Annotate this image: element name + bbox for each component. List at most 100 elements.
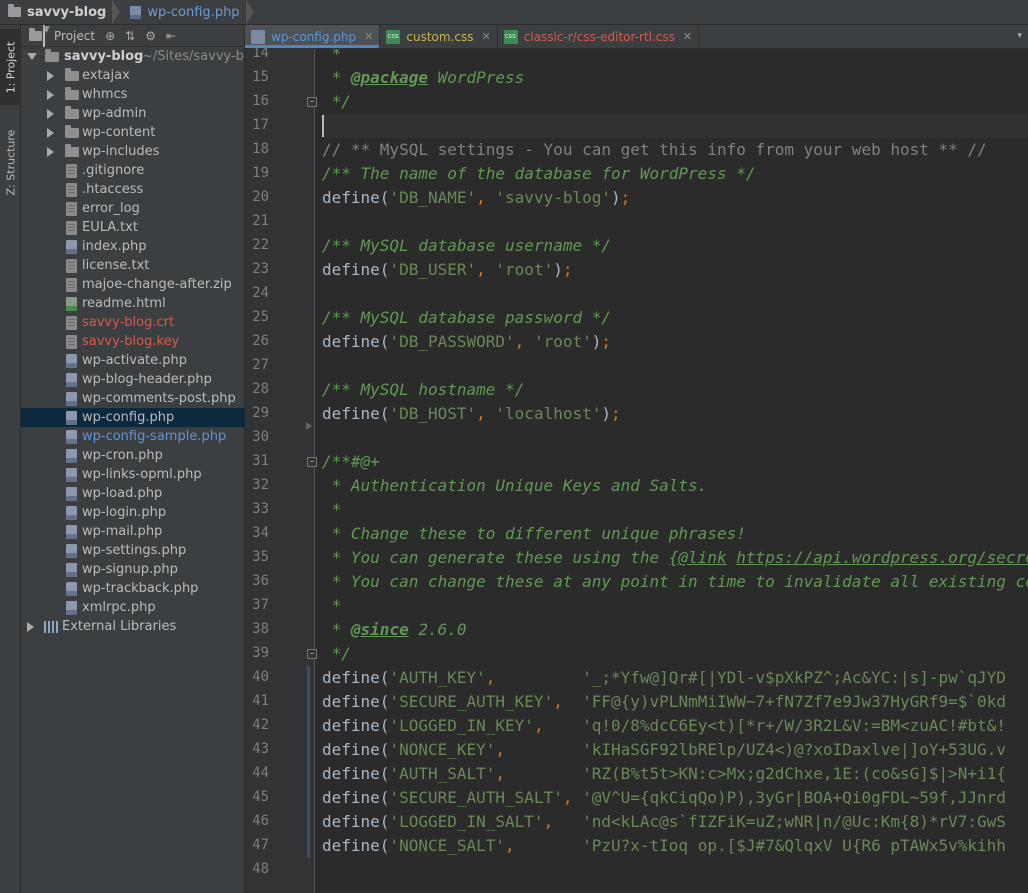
chevron-right-icon[interactable] <box>27 622 34 632</box>
code-line[interactable]: */ <box>322 90 351 114</box>
code-line[interactable]: define('AUTH_KEY', '_;*Yfw@]Qr#[|YDl-v$p… <box>322 666 1006 690</box>
gear-icon[interactable]: ⚙ <box>145 29 156 43</box>
chevron-down-icon[interactable] <box>27 53 37 60</box>
tree-item-label: wp-signup.php <box>82 562 178 577</box>
chevron-right-icon[interactable] <box>47 71 54 81</box>
tree-root-savvy-blog[interactable]: savvy-blog ~/Sites/savvy-blog <box>21 47 264 66</box>
vcs-change-marker[interactable] <box>307 666 310 858</box>
code-line[interactable]: define('NONCE_KEY', 'kIHaSGF92lbRElp/UZ4… <box>322 738 1006 762</box>
code-token: 'FF@{y)vPLNmMiIWW~7+fN7Zf7e9Jw37HyGRf9=$… <box>582 692 1006 711</box>
code-token: , <box>495 740 583 759</box>
code-line[interactable]: define('DB_USER', 'root'); <box>322 258 572 282</box>
tree-file[interactable]: savvy-blog.crt <box>21 313 245 332</box>
code-line[interactable]: * <box>322 498 342 522</box>
tree-folder[interactable]: whmcs <box>21 85 245 104</box>
code-line[interactable]: define('DB_HOST', 'localhost'); <box>322 402 621 426</box>
code-line[interactable]: * <box>322 594 342 618</box>
tree-file[interactable]: xmlrpc.php <box>21 598 245 617</box>
tree-file[interactable]: wp-comments-post.php <box>21 389 245 408</box>
code-line[interactable]: define('NONCE_SALT', 'PzU?x-tIoq op.[$J#… <box>322 834 1006 858</box>
tree-file[interactable]: readme.html <box>21 294 245 313</box>
tree-file[interactable]: index.php <box>21 237 245 256</box>
tree-file[interactable]: wp-activate.php <box>21 351 245 370</box>
tree-file[interactable]: EULA.txt <box>21 218 245 237</box>
code-line[interactable]: * <box>322 49 342 66</box>
code-line[interactable]: * You can generate these using the {@lin… <box>322 546 1028 570</box>
code-view[interactable]: * * @package WordPress */ // ** MySQL set… <box>322 49 1028 893</box>
code-line[interactable]: * You can change these at any point in t… <box>322 570 1028 594</box>
breadcrumb-project[interactable]: savvy-blog <box>0 0 112 25</box>
tab-project-tool[interactable]: 1: Project <box>0 29 21 105</box>
tree-file[interactable]: wp-load.php <box>21 484 245 503</box>
tree-file[interactable]: .gitignore <box>21 161 245 180</box>
code-token: define( <box>322 188 390 207</box>
tree-file[interactable]: .htaccess <box>21 180 245 199</box>
tree-file[interactable]: license.txt <box>21 256 245 275</box>
target-icon[interactable]: ⊕ <box>105 29 115 43</box>
close-icon[interactable]: ✕ <box>683 30 692 43</box>
php-file-icon <box>66 240 77 254</box>
code-line[interactable]: define('DB_PASSWORD', 'root'); <box>322 330 611 354</box>
code-line[interactable]: /** MySQL database password */ <box>322 306 611 330</box>
code-line[interactable]: define('LOGGED_IN_KEY', 'q!0/8%dcC6Ey<t)… <box>322 714 1006 738</box>
code-line[interactable]: define('AUTH_SALT', 'RZ(B%t5t>KN:c>Mx;g2… <box>322 762 1006 786</box>
fold-marker-icon[interactable] <box>307 97 317 107</box>
tree-folder[interactable]: extajax <box>21 66 245 85</box>
tree-folder[interactable]: wp-admin <box>21 104 245 123</box>
fold-marker-icon[interactable] <box>307 457 317 467</box>
line-number: 27 <box>252 357 269 373</box>
editor-area: wp-config.php✕custom.css✕classic-r/css-e… <box>245 25 1028 893</box>
tree-item-label: majoe-change-after.zip <box>82 277 232 292</box>
tree-file[interactable]: wp-settings.php <box>21 541 245 560</box>
tree-folder[interactable]: wp-includes <box>21 142 245 161</box>
tree-file[interactable]: wp-blog-header.php <box>21 370 245 389</box>
chevron-right-icon[interactable] <box>47 147 54 157</box>
code-line[interactable]: * Change these to different unique phras… <box>322 522 746 546</box>
code-line[interactable]: * Authentication Unique Keys and Salts. <box>322 474 708 498</box>
fold-marker-icon[interactable] <box>307 649 317 659</box>
text-file-icon <box>66 278 77 292</box>
code-line[interactable]: define('LOGGED_IN_SALT', 'nd<kLAc@s`fIZF… <box>322 810 1006 834</box>
tab-structure-tool[interactable]: Z: Structure <box>0 117 21 207</box>
project-view-selector[interactable]: Project <box>54 29 95 43</box>
code-token: , <box>495 764 583 783</box>
code-line[interactable]: // ** MySQL settings - You can get this … <box>322 138 987 162</box>
code-line[interactable]: * @since 2.6.0 <box>322 618 467 642</box>
close-icon[interactable]: ✕ <box>481 30 490 43</box>
tree-file[interactable]: wp-links-opml.php <box>21 465 245 484</box>
tree-file[interactable]: savvy-blog.key <box>21 332 245 351</box>
tree-file[interactable]: wp-signup.php <box>21 560 245 579</box>
tree-file[interactable]: wp-cron.php <box>21 446 245 465</box>
code-line[interactable]: define('SECURE_AUTH_KEY', 'FF@{y)vPLNmMi… <box>322 690 1006 714</box>
tree-file[interactable]: wp-mail.php <box>21 522 245 541</box>
tree-file[interactable]: error_log <box>21 199 245 218</box>
chevron-right-icon[interactable] <box>47 90 54 100</box>
code-line[interactable]: define('SECURE_AUTH_SALT', '@V^U={qkCiqQ… <box>322 786 1006 810</box>
collapse-all-icon[interactable]: ⇅ <box>125 29 135 43</box>
tree-file[interactable]: wp-login.php <box>21 503 245 522</box>
code-line[interactable]: * @package WordPress <box>322 66 525 90</box>
code-line[interactable]: */ <box>322 642 351 666</box>
hide-panel-icon[interactable]: ⇤ <box>166 29 176 43</box>
chevron-right-icon[interactable] <box>47 128 54 138</box>
editor-tab[interactable]: custom.css ✕ <box>380 25 498 48</box>
code-line[interactable]: /**#@+ <box>322 450 380 474</box>
code-line[interactable]: /** MySQL hostname */ <box>322 378 524 402</box>
tree-file[interactable]: majoe-change-after.zip <box>21 275 245 294</box>
tree-file[interactable]: wp-config.php <box>21 408 245 427</box>
chevron-right-icon[interactable] <box>47 109 54 119</box>
code-line[interactable]: /** The name of the database for WordPre… <box>322 162 755 186</box>
code-line[interactable] <box>322 114 1028 138</box>
chevron-down-icon[interactable]: ▼ <box>43 24 50 47</box>
close-icon[interactable]: ✕ <box>364 30 373 43</box>
tab-overflow-icon[interactable]: ▾ <box>1017 31 1022 41</box>
code-token: https://api.wordpress.org/secret-key/1.1… <box>736 548 1028 567</box>
code-line[interactable]: /** MySQL database username */ <box>322 234 611 258</box>
breadcrumb-file[interactable]: wp-config.php <box>124 0 245 25</box>
tree-file[interactable]: wp-config-sample.php <box>21 427 245 446</box>
code-line[interactable]: define('DB_NAME', 'savvy-blog'); <box>322 186 630 210</box>
tree-external-libraries[interactable]: External Libraries <box>21 617 245 636</box>
tree-file[interactable]: wp-trackback.php <box>21 579 245 598</box>
editor-tab[interactable]: classic-r/css-editor-rtl.css ✕ <box>498 25 700 48</box>
tree-folder[interactable]: wp-content <box>21 123 245 142</box>
